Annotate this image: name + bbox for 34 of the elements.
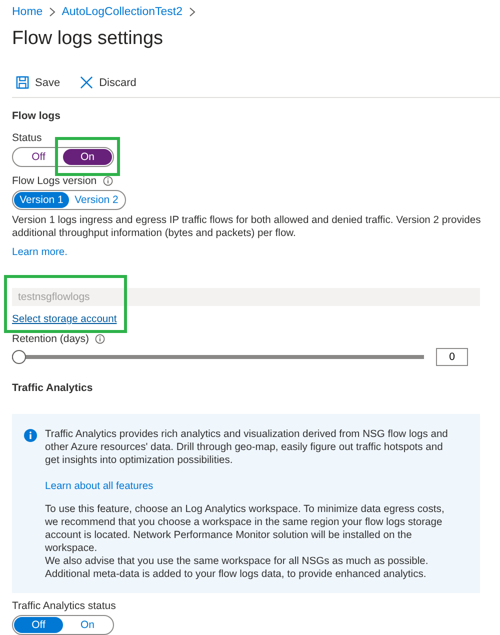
breadcrumb-link[interactable]: Home (12, 6, 43, 18)
field-label: Flow Logs version (12, 174, 97, 187)
description-text: Version 1 logs ingress and egress IP traffic flows for both allowed and denied traffic. Version 2 provides additional throughput information (bytes and packets) per flow. (12, 214, 482, 240)
select-storage-link[interactable]: Select storage account (12, 314, 117, 326)
breadcrumb-link[interactable]: AutoLogCollectionTest2 (62, 6, 183, 18)
field-label: Traffic Analytics status (12, 600, 116, 612)
retention-input[interactable]: 0 (436, 348, 468, 366)
section-heading: Flow logs (12, 110, 62, 122)
info-text: Traffic Analytics provides rich analytics and visualization derived from NSG flow logs and other Azure resources' data. Drill through geo-map, easily figure out traffic hotspots and get insights into optimization possibilities. (45, 428, 449, 468)
toggle-option[interactable]: Version 1 (14, 192, 69, 208)
info-text: To use this feature, choose an Log Analytics workspace. To minimize data egress costs, we recommend that you choose a workspace in the same region your flow logs storage account is located. Network Performance Monitor solution will be installed on the workspace. (45, 503, 446, 556)
chevron-icon (48, 7, 56, 17)
learn-more-link[interactable]: Learn more. (12, 247, 68, 258)
close-icon (80, 76, 94, 89)
toggle-option[interactable]: Version 2 (69, 192, 124, 208)
info-text: We also advise that you use the same workspace for all NSGs as much as possible. Additional meta-data is added to your flow logs data, to provide enhanced analytics. (45, 555, 430, 582)
discard-button[interactable]: Discard (76, 74, 140, 91)
info-icon (102, 176, 113, 186)
field-label: Status (12, 132, 42, 144)
toggle-option[interactable]: Off (14, 617, 63, 633)
slider-thumb[interactable] (12, 350, 26, 364)
info-icon (95, 334, 106, 344)
save-button[interactable]: Save (12, 74, 64, 91)
storage-account-field[interactable]: testnsgflowlogs (12, 288, 480, 306)
field-label: Retention (days) (12, 333, 90, 346)
toggle-option[interactable]: On (63, 617, 112, 633)
info-icon (24, 429, 37, 442)
section-heading: Traffic Analytics (12, 382, 94, 394)
toggle-option[interactable]: On (63, 149, 112, 165)
chevron-icon (188, 7, 196, 17)
page-title: Flow logs settings (12, 28, 164, 50)
features-link[interactable]: Learn about all features (45, 481, 154, 492)
toggle-option[interactable]: Off (14, 149, 63, 165)
save-icon (16, 76, 29, 89)
